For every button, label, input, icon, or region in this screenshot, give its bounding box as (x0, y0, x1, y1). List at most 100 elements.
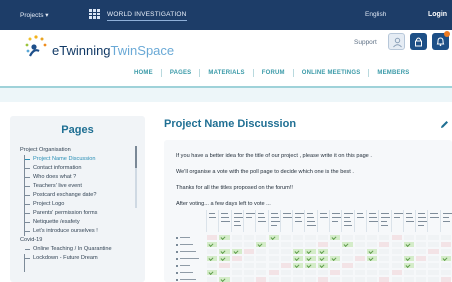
lock-button[interactable] (410, 33, 427, 50)
tree-item-online-teaching[interactable]: Online Teaching / In Quarantine (20, 245, 142, 254)
poll-vote-empty (416, 249, 427, 254)
poll-vote-empty (231, 270, 242, 275)
tree-item-contact-information[interactable]: Contact information (20, 164, 142, 173)
tree-item-lockdown-future-dream[interactable]: Lockdown - Future Dream (20, 254, 142, 263)
sidebar-title: Pages (61, 124, 94, 136)
nav-forum[interactable]: FORUM (262, 70, 285, 76)
poll-vote-empty (256, 235, 267, 240)
header-band (0, 88, 452, 102)
poll-vote-empty (440, 249, 451, 254)
poll-vote-empty (305, 242, 316, 247)
poll-vote-empty (219, 270, 230, 275)
poll-vote-empty (366, 242, 378, 247)
nav-materials[interactable]: MATERIALS (208, 70, 244, 76)
poll-vote-empty (243, 235, 255, 240)
poll-vote-empty (219, 242, 230, 247)
poll-vote-empty (305, 235, 316, 240)
poll-vote-empty (268, 249, 279, 254)
tree-item-postcard-exchange[interactable]: Postcard exchange date? (20, 191, 142, 200)
poll-vote-empty (342, 263, 353, 268)
poll-vote-empty (379, 270, 390, 275)
poll-vote-empty (391, 249, 402, 254)
poll-vote-empty (428, 277, 439, 282)
poll-column-header (439, 210, 452, 232)
breadcrumb[interactable]: WORLD INVESTIGATION (107, 11, 187, 18)
tree-item-who-does-what[interactable]: Who does what ? (20, 173, 142, 182)
language-selector[interactable]: English (365, 11, 386, 18)
breadcrumb-underline (107, 20, 187, 21)
poll-vote-empty (207, 249, 218, 254)
tree-section-covid-19[interactable]: Covid-19 (20, 236, 142, 245)
poll-row (174, 235, 452, 241)
poll-column-header (230, 210, 243, 232)
tree-item-project-logo[interactable]: Project Logo (20, 200, 142, 209)
login-link[interactable]: Login (428, 11, 447, 18)
tree-section-project-organisation[interactable]: Project Organisation (20, 146, 142, 155)
grid-icon[interactable] (89, 9, 100, 19)
poll-vote-empty (428, 249, 439, 254)
tree-item-netiquette[interactable]: Netiquette /esafety (20, 218, 142, 227)
tree-item-parents-permission[interactable]: Parents' permission forms (20, 209, 142, 218)
sidebar-scrollbar[interactable] (135, 146, 137, 208)
poll-vote-yes (293, 256, 304, 261)
poll-row (174, 263, 452, 269)
poll-vote-empty (379, 263, 390, 268)
nav-members[interactable]: MEMBERS (377, 70, 409, 76)
poll-vote-yes (219, 249, 230, 254)
poll-vote-yes (403, 256, 415, 261)
poll-vote-empty (403, 235, 415, 240)
poll-column-header (316, 210, 329, 232)
poll-vote-empty (207, 277, 218, 282)
poll-voter-name (176, 264, 202, 267)
poll-column-header (365, 210, 378, 232)
poll-row (174, 256, 452, 262)
poll-vote-empty (440, 277, 451, 282)
poll-row (174, 270, 452, 276)
nav-home[interactable]: HOME (134, 70, 153, 76)
poll-column-header (242, 210, 255, 232)
logo-stars-icon[interactable] (24, 34, 48, 58)
logo-text[interactable]: eTwinningTwinSpace (52, 43, 174, 58)
poll-vote-yes (256, 242, 267, 247)
poll-vote-empty (379, 277, 390, 282)
poll-vote-yes (403, 242, 415, 247)
poll-vote-empty (354, 242, 365, 247)
poll-vote-empty (305, 270, 316, 275)
poll-vote-yes (366, 256, 378, 261)
nav-pages[interactable]: PAGES (170, 70, 192, 76)
poll-vote-empty (354, 263, 365, 268)
poll-vote-empty (379, 242, 390, 247)
nav-online-meetings[interactable]: ONLINE MEETINGS (302, 70, 361, 76)
user-button[interactable] (388, 33, 405, 50)
poll-vote-empty (231, 242, 242, 247)
poll-vote-empty (280, 242, 292, 247)
tree-item-introduce-ourselves[interactable]: Let's introduce ourselves ! (20, 227, 142, 236)
edit-icon[interactable] (440, 120, 449, 129)
poll-column-header (415, 210, 428, 232)
projects-dropdown[interactable]: Projects ▾ (20, 11, 49, 19)
poll-vote-empty (280, 235, 292, 240)
poll-vote-yes (317, 256, 328, 261)
poll-vote-empty (293, 235, 304, 240)
content-paragraph: If you have a better idea for the title … (176, 153, 372, 159)
tree-item-project-name-discussion[interactable]: Project Name Discussion (20, 155, 142, 164)
poll-voter-name (176, 278, 202, 281)
poll-vote-yes (403, 263, 415, 268)
poll-vote-empty (416, 235, 427, 240)
poll-vote-empty (354, 249, 365, 254)
poll-column-header (292, 210, 305, 232)
poll-vote-empty (317, 242, 328, 247)
poll-vote-empty (317, 235, 328, 240)
support-link[interactable]: Support (354, 39, 377, 46)
poll-vote-empty (293, 270, 304, 275)
poll-vote-empty (403, 277, 415, 282)
poll-vote-empty (342, 256, 353, 261)
top-bar: Projects ▾ WORLD INVESTIGATION English L… (0, 0, 452, 30)
content-paragraph: We'll organise a vote with the poll page… (176, 169, 354, 175)
poll-column-header (304, 210, 317, 232)
poll-vote-empty (243, 242, 255, 247)
poll-vote-empty (219, 263, 230, 268)
tree-item-teachers-live-event[interactable]: Teachers' live event (20, 182, 142, 191)
poll-vote-empty (231, 256, 242, 261)
poll-column-header (218, 210, 231, 232)
